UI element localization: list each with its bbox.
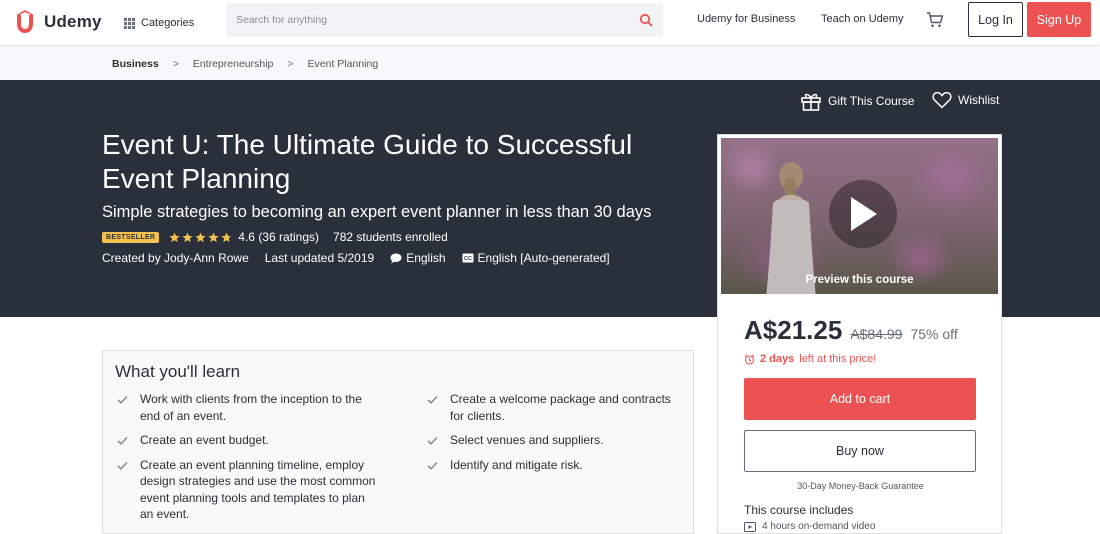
- breadcrumb-item-entrepreneurship[interactable]: Entrepreneurship: [193, 58, 274, 70]
- star-half-icon: [221, 231, 232, 242]
- breadcrumb-separator: >: [287, 57, 294, 70]
- categories-menu[interactable]: Categories: [124, 13, 194, 33]
- check-icon: [117, 436, 128, 445]
- check-icon: [117, 461, 128, 470]
- course-title: Event U: The Ultimate Guide to Successfu…: [102, 129, 633, 194]
- play-button[interactable]: [829, 180, 897, 248]
- learn-item-text: Create an event budget.: [140, 433, 269, 447]
- rating-row: BESTSELLER 4.6 (36 ratings) 782 students…: [102, 229, 448, 245]
- search-icon[interactable]: [639, 13, 653, 27]
- search-bar: [226, 3, 663, 37]
- star-icon: [169, 231, 180, 242]
- original-price: A$84.99: [850, 326, 903, 342]
- course-includes-title: This course includes: [744, 503, 854, 517]
- learn-item-text: Select venues and suppliers.: [450, 433, 604, 447]
- gift-course-button[interactable]: Gift This Course: [800, 91, 914, 111]
- svg-text:CC: CC: [464, 256, 472, 262]
- captions: CC English [Auto-generated]: [462, 251, 610, 265]
- search-input[interactable]: [236, 12, 616, 28]
- learn-item-text: Work with clients from the inception to …: [140, 392, 362, 423]
- last-updated: Last updated 5/2019: [264, 251, 375, 265]
- learn-item: Work with clients from the inception to …: [117, 391, 377, 424]
- cart-icon[interactable]: [926, 11, 944, 29]
- wishlist-button[interactable]: Wishlist: [932, 91, 999, 109]
- timer-rest: left at this price!: [799, 353, 877, 365]
- check-icon: [427, 461, 438, 470]
- learn-item-text: Create a welcome package and contracts f…: [450, 392, 671, 423]
- signup-button[interactable]: Sign Up: [1027, 2, 1091, 37]
- star-icon: [182, 231, 193, 242]
- udemy-logo[interactable]: Udemy: [12, 8, 102, 36]
- money-back-guarantee: 30-Day Money-Back Guarantee: [797, 481, 924, 491]
- gift-icon: [801, 93, 821, 111]
- star-icon: [208, 231, 219, 242]
- language-label: English: [406, 251, 446, 265]
- star-icon: [195, 231, 206, 242]
- course-subtitle: Simple strategies to becoming an expert …: [102, 203, 652, 221]
- current-price: A$21.25: [744, 315, 843, 345]
- udemy-for-business-link[interactable]: Udemy for Business: [697, 13, 795, 25]
- learn-item-text: Create an event planning timeline, emplo…: [140, 457, 376, 522]
- language: English: [390, 251, 446, 265]
- learn-item: Create an event planning timeline, emplo…: [117, 457, 377, 523]
- price-block: A$21.25 A$84.99 75% off: [744, 315, 958, 346]
- breadcrumb-separator: >: [172, 57, 179, 70]
- login-button[interactable]: Log In: [968, 2, 1023, 37]
- speech-bubble-icon: [390, 253, 402, 263]
- categories-label: Categories: [141, 17, 195, 29]
- grid-icon: [124, 17, 135, 29]
- timer-days: 2 days: [760, 353, 795, 365]
- teach-on-udemy-link[interactable]: Teach on Udemy: [821, 13, 904, 25]
- buy-now-button[interactable]: Buy now: [744, 430, 976, 472]
- top-navbar: Udemy Categories Udemy for Business Teac…: [0, 0, 1100, 46]
- learn-item: Select venues and suppliers.: [427, 432, 687, 449]
- learn-item: Create an event budget.: [117, 432, 377, 449]
- learn-column-left: Work with clients from the inception to …: [117, 391, 377, 531]
- course-meta-row: Created by Jody-Ann Rowe Last updated 5/…: [102, 250, 610, 266]
- rating-stars: [169, 231, 232, 243]
- video-icon: [744, 521, 756, 532]
- breadcrumb-item-event-planning[interactable]: Event Planning: [308, 58, 379, 70]
- learn-item: Create a welcome package and contracts f…: [427, 391, 687, 424]
- heart-icon: [932, 91, 952, 109]
- what-youll-learn: What you'll learn Work with clients from…: [102, 350, 694, 534]
- udemy-logo-icon: [17, 10, 33, 33]
- preview-label: Preview this course: [805, 274, 914, 286]
- students-enrolled: 782 students enrolled: [333, 230, 448, 244]
- add-to-cart-button[interactable]: Add to cart: [744, 378, 976, 420]
- alarm-clock-icon: [744, 354, 755, 365]
- breadcrumb-item-business[interactable]: Business: [112, 58, 159, 70]
- course-preview-video[interactable]: Preview this course: [721, 138, 998, 294]
- purchase-card: Preview this course A$21.25 A$84.99 75% …: [717, 134, 1002, 534]
- logo-text: Udemy: [44, 12, 102, 31]
- check-icon: [427, 436, 438, 445]
- rating-text[interactable]: 4.6 (36 ratings): [238, 230, 319, 244]
- sale-timer: 2 days left at this price!: [744, 353, 876, 365]
- closed-caption-icon: CC: [462, 253, 474, 263]
- captions-label: English [Auto-generated]: [477, 251, 610, 265]
- wishlist-label: Wishlist: [958, 93, 1000, 107]
- discount-percent: 75% off: [910, 326, 958, 342]
- breadcrumb: Business > Entrepreneurship > Event Plan…: [0, 47, 1100, 80]
- check-icon: [117, 395, 128, 404]
- includes-item-label: 4 hours on-demand video: [762, 521, 876, 532]
- learn-title: What you'll learn: [115, 362, 241, 381]
- gift-label: Gift This Course: [828, 94, 915, 108]
- learn-item: Identify and mitigate risk.: [427, 457, 687, 474]
- play-icon: [851, 197, 877, 231]
- includes-item: 4 hours on-demand video: [744, 521, 875, 532]
- created-by[interactable]: Created by Jody-Ann Rowe: [102, 251, 249, 265]
- check-icon: [427, 395, 438, 404]
- learn-column-right: Create a welcome package and contracts f…: [427, 391, 687, 481]
- learn-item-text: Identify and mitigate risk.: [450, 457, 583, 472]
- bestseller-badge: BESTSELLER: [102, 231, 160, 243]
